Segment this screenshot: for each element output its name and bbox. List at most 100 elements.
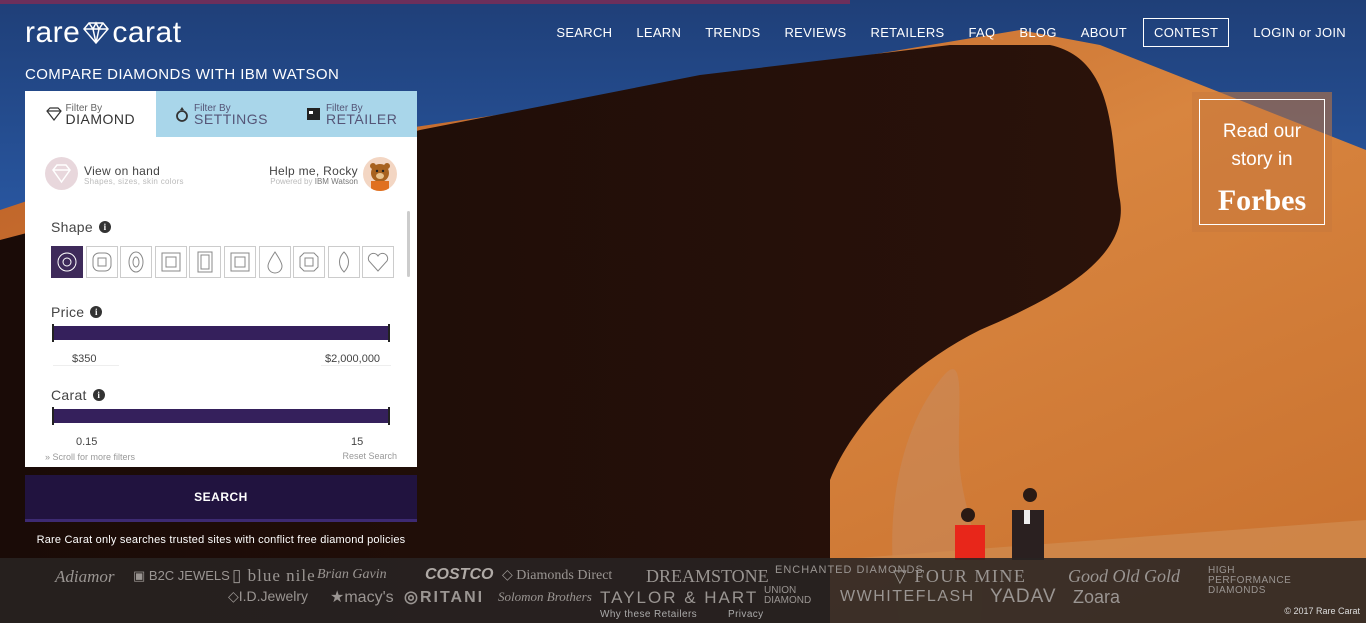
retailer-taylor-hart[interactable]: TAYLOR & HART xyxy=(600,588,758,608)
retailer-solomon-brothers[interactable]: Solomon Brothers xyxy=(498,589,592,605)
logo-diamond-icon xyxy=(83,21,110,45)
nav-about[interactable]: ABOUT xyxy=(1081,25,1127,40)
retailer-yadav[interactable]: YADAV xyxy=(990,586,1057,608)
nav-reviews[interactable]: REVIEWS xyxy=(784,25,846,40)
nav-contest-button[interactable]: CONTEST xyxy=(1143,18,1230,47)
retailer-ritani[interactable]: ◎RITANI xyxy=(404,587,484,607)
shape-emerald[interactable] xyxy=(189,246,222,278)
info-icon[interactable]: i xyxy=(90,306,103,318)
page-tagline: COMPARE DIAMONDS WITH IBM WATSON xyxy=(25,66,340,83)
store-icon xyxy=(306,108,320,120)
shape-heart[interactable] xyxy=(362,246,395,278)
retailer-macys-text: macy's xyxy=(344,589,394,606)
filter-tabs: Filter By DIAMOND Filter By SETTINGS Filte… xyxy=(25,91,417,137)
nav-login-join[interactable]: LOGIN or JOIN xyxy=(1253,25,1346,40)
shape-label: Shape i xyxy=(51,219,111,235)
retailer-b2c-jewels-text: B2C JEWELS xyxy=(148,568,230,583)
tab-retailer-label: RETAILER xyxy=(325,111,398,127)
why-these-retailers-link[interactable]: Why these Retailers xyxy=(600,609,697,620)
helper-row: View on hand Shapes, sizes, skin colors … xyxy=(45,157,397,191)
retailer-id-jewelry[interactable]: ◇I.D.Jewelry xyxy=(228,588,308,605)
forbes-badge[interactable]: Read our story in Forbes xyxy=(1192,92,1332,232)
retailer-whiteflash-text: WHITEFLASH xyxy=(856,588,975,605)
nav-learn[interactable]: LEARN xyxy=(636,25,681,40)
retailer-diamonds-direct[interactable]: ◇ Diamonds Direct xyxy=(502,567,612,584)
asscher-shape-icon xyxy=(299,252,319,272)
diamond-icon xyxy=(45,107,62,121)
forbes-line-2: story in xyxy=(1231,149,1293,170)
retailer-blue-nile-text: blue nile xyxy=(247,566,316,585)
retailer-blue-nile[interactable]: ▯ blue nile xyxy=(232,566,316,586)
copyright: © 2017 Rare Carat xyxy=(1284,606,1360,616)
price-label-text: Price xyxy=(51,304,85,320)
princess-shape-icon xyxy=(161,252,181,272)
emerald-shape-icon xyxy=(197,251,213,273)
retailer-ritani-text: RITANI xyxy=(419,589,485,606)
view-on-hand-link[interactable]: View on hand xyxy=(84,164,160,178)
price-label: Price i xyxy=(51,304,103,320)
main-nav: SEARCH LEARN TRENDS REVIEWS RETAILERS FA… xyxy=(532,18,1346,47)
retailer-high-performance-diamonds[interactable]: HIGH PERFORMANCE DIAMONDS xyxy=(1208,566,1313,596)
retailer-b2c-jewels[interactable]: ▣ B2C JEWELS xyxy=(133,568,230,584)
nav-retailers[interactable]: RETAILERS xyxy=(871,25,945,40)
nav-search[interactable]: SEARCH xyxy=(556,25,612,40)
retailer-macys[interactable]: ★macy's xyxy=(330,587,394,607)
nav-trends[interactable]: TRENDS xyxy=(705,25,760,40)
marquise-shape-icon xyxy=(338,251,349,273)
shape-oval[interactable] xyxy=(120,246,153,278)
retailer-costco[interactable]: COSTCO xyxy=(425,566,493,584)
radiant-shape-icon xyxy=(230,252,250,272)
forbes-logo: Forbes xyxy=(1217,184,1307,217)
view-on-hand-subtitle: Shapes, sizes, skin colors xyxy=(84,177,184,186)
scroll-more-hint: » Scroll for more filters xyxy=(45,452,136,462)
retailer-four-mine[interactable]: ▽ FOUR MINE xyxy=(893,566,1026,587)
reset-search-link[interactable]: Reset Search xyxy=(342,451,397,461)
shape-selector xyxy=(51,246,397,278)
info-icon[interactable]: i xyxy=(98,221,111,233)
price-max-value: $2,000,000 xyxy=(325,353,381,365)
panel-scrollbar[interactable] xyxy=(407,211,410,277)
retailer-union-diamond[interactable]: UNION DIAMOND xyxy=(764,586,834,606)
logo-text-right: carat xyxy=(112,16,182,49)
cushion-shape-icon xyxy=(92,252,112,272)
info-icon[interactable]: i xyxy=(92,389,105,401)
shape-cushion[interactable] xyxy=(85,246,118,278)
privacy-link[interactable]: Privacy xyxy=(728,609,764,620)
retailer-adiamor[interactable]: Adiamor xyxy=(55,567,115,587)
powered-by-label: Powered by xyxy=(270,177,313,186)
shape-princess[interactable] xyxy=(154,246,187,278)
shape-radiant[interactable] xyxy=(223,246,256,278)
shape-label-text: Shape xyxy=(51,219,93,235)
tab-retailer[interactable]: Filter By RETAILER xyxy=(286,91,417,137)
shape-round[interactable] xyxy=(51,246,83,278)
retailer-good-old-gold[interactable]: Good Old Gold xyxy=(1068,566,1180,587)
carat-label: Carat i xyxy=(51,387,105,403)
carat-slider[interactable] xyxy=(52,407,390,425)
rocky-avatar[interactable] xyxy=(363,157,397,191)
nav-blog[interactable]: BLOG xyxy=(1019,25,1056,40)
price-min-value: $350 xyxy=(72,353,97,365)
retailer-zoara[interactable]: Zoara xyxy=(1073,587,1120,608)
oval-shape-icon xyxy=(128,251,144,273)
retailer-brian-gavin[interactable]: Brian Gavin xyxy=(317,567,387,583)
carat-min-value: 0.15 xyxy=(76,436,98,448)
shape-asscher[interactable] xyxy=(293,246,326,278)
tab-diamond[interactable]: Filter By DIAMOND xyxy=(25,91,156,137)
retailer-whiteflash[interactable]: WWHITEFLASH xyxy=(840,588,975,606)
retailer-id-jewelry-text: I.D.Jewelry xyxy=(238,588,309,604)
rarecarat-logo[interactable]: rare carat xyxy=(25,16,182,50)
nav-faq[interactable]: FAQ xyxy=(968,25,995,40)
tab-settings[interactable]: Filter By SETTINGS xyxy=(156,91,287,137)
ring-icon xyxy=(176,107,188,122)
search-button[interactable]: SEARCH xyxy=(25,475,417,522)
ibm-watson-label: IBM Watson xyxy=(314,177,358,186)
help-me-rocky-link[interactable]: Help me, Rocky xyxy=(269,164,358,178)
shape-pear[interactable] xyxy=(258,246,291,278)
view-on-hand-icon[interactable] xyxy=(45,157,78,190)
retailer-dreamstone[interactable]: DREAMSTONE xyxy=(646,566,769,587)
round-shape-icon xyxy=(57,252,77,272)
price-slider[interactable] xyxy=(52,324,390,342)
shape-marquise[interactable] xyxy=(327,246,360,278)
retailer-diamonds-direct-text: Diamonds Direct xyxy=(516,568,613,583)
pear-shape-icon xyxy=(267,251,283,274)
